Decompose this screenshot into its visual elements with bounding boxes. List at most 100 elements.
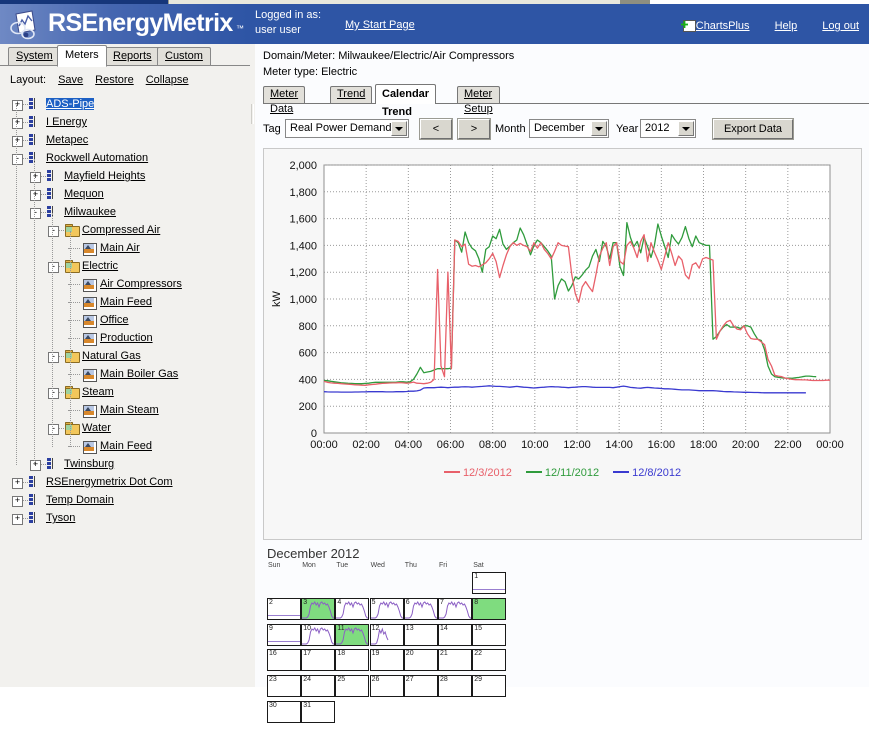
tab-custom[interactable]: Custom bbox=[157, 47, 211, 65]
chevron-down-icon bbox=[678, 121, 694, 136]
meter-icon bbox=[83, 242, 97, 256]
sub-tab-underline bbox=[263, 103, 869, 104]
calendar-day-cell[interactable]: 14 bbox=[438, 623, 472, 646]
tree-item-water[interactable]: - Water bbox=[0, 420, 250, 438]
expand-node-icon[interactable]: + bbox=[30, 190, 41, 201]
tab-reports[interactable]: Reports bbox=[105, 47, 160, 65]
calendar-day-cell[interactable]: 13 bbox=[403, 623, 438, 646]
calendar-day-cell[interactable]: 18 bbox=[335, 649, 370, 672]
month-select-value: December bbox=[534, 122, 585, 134]
tab-trend[interactable]: Trend bbox=[330, 86, 373, 103]
calendar-day-cell[interactable]: 10 bbox=[301, 623, 336, 646]
collapse-node-icon[interactable]: - bbox=[48, 226, 59, 237]
month-select[interactable]: December bbox=[529, 119, 609, 138]
tab-meters[interactable]: Meters bbox=[57, 45, 107, 67]
next-month-button[interactable]: > bbox=[457, 118, 491, 140]
calendar-day-cell[interactable]: 17 bbox=[301, 649, 336, 672]
calendar-mini-load-profile bbox=[302, 598, 335, 619]
tree-item-main-boiler-gas[interactable]: Main Boiler Gas bbox=[0, 366, 250, 384]
calendar-day-cell[interactable]: 19 bbox=[369, 649, 404, 672]
tree-item-electric[interactable]: - Electric bbox=[0, 258, 250, 276]
prev-month-button[interactable]: < bbox=[419, 118, 453, 140]
tree-item-office[interactable]: Office bbox=[0, 312, 250, 330]
calendar-day-cell[interactable]: 7 bbox=[438, 597, 472, 620]
tab-calendar-trend[interactable]: Calendar Trend bbox=[375, 84, 437, 118]
chartsplus-link[interactable]: ChartsPlus bbox=[680, 20, 750, 32]
tree-item-twinsburg[interactable]: + Twinsburg bbox=[0, 456, 250, 474]
export-data-button[interactable]: Export Data bbox=[712, 118, 794, 140]
collapse-node-icon[interactable]: - bbox=[12, 154, 23, 165]
calendar-day-cell[interactable]: 15 bbox=[472, 623, 507, 646]
expand-node-icon[interactable]: + bbox=[30, 172, 41, 183]
calendar-day-cell[interactable]: 11 bbox=[335, 623, 370, 646]
calendar-day-cell[interactable]: 25 bbox=[335, 675, 370, 698]
help-link[interactable]: Help bbox=[775, 20, 798, 32]
expand-node-icon[interactable]: + bbox=[12, 136, 23, 147]
calendar-day-cell[interactable]: 16 bbox=[267, 649, 301, 672]
expand-node-icon[interactable]: + bbox=[12, 514, 23, 525]
tree-item-steam[interactable]: - Steam bbox=[0, 384, 250, 402]
tree-item-main-air[interactable]: Main Air bbox=[0, 240, 250, 258]
expand-node-icon[interactable]: + bbox=[12, 496, 23, 507]
collapse-node-icon[interactable]: - bbox=[48, 388, 59, 399]
calendar-day-cell[interactable]: 6 bbox=[403, 597, 438, 620]
expand-node-icon[interactable]: + bbox=[12, 478, 23, 489]
calendar-day-cell[interactable]: 3 bbox=[301, 597, 336, 620]
tree-item-mayfield-heights[interactable]: + Mayfield Heights bbox=[0, 168, 250, 186]
calendar-day-cell[interactable]: 9 bbox=[267, 623, 301, 646]
calendar-day-cell[interactable]: 27 bbox=[403, 675, 438, 698]
tree-item-air-compressors[interactable]: Air Compressors bbox=[0, 276, 250, 294]
tree-item-rockwell-automation[interactable]: - Rockwell Automation bbox=[0, 150, 250, 168]
calendar-day-cell[interactable]: 28 bbox=[438, 675, 472, 698]
tag-select[interactable]: Real Power Demand bbox=[285, 119, 409, 138]
calendar-day-cell[interactable]: 30 bbox=[267, 701, 301, 723]
tab-system[interactable]: System bbox=[8, 47, 61, 65]
expand-node-icon[interactable]: + bbox=[12, 100, 23, 111]
layout-save-link[interactable]: Save bbox=[58, 74, 83, 86]
tree-item-main-feed[interactable]: Main Feed bbox=[0, 294, 250, 312]
tree-item-natural-gas[interactable]: - Natural Gas bbox=[0, 348, 250, 366]
my-start-page-link[interactable]: My Start Page bbox=[345, 19, 415, 31]
layout-collapse-link[interactable]: Collapse bbox=[146, 74, 189, 86]
logout-link[interactable]: Log out bbox=[822, 20, 859, 32]
tree-item-main-feed[interactable]: Main Feed bbox=[0, 438, 250, 456]
calendar-day-cell[interactable]: 29 bbox=[472, 675, 507, 698]
collapse-node-icon[interactable]: - bbox=[48, 262, 59, 273]
calendar-day-cell[interactable]: 2 bbox=[267, 597, 301, 620]
calendar-mini-load-profile bbox=[336, 598, 369, 619]
calendar-day-cell[interactable]: 24 bbox=[301, 675, 336, 698]
tab-meter-data[interactable]: Meter Data bbox=[263, 86, 306, 115]
tree-item-label: Milwaukee bbox=[64, 206, 116, 218]
tree-item-tyson[interactable]: + Tyson bbox=[0, 510, 250, 528]
layout-restore-link[interactable]: Restore bbox=[95, 74, 134, 86]
tree-item-main-steam[interactable]: Main Steam bbox=[0, 402, 250, 420]
calendar-day-cell[interactable]: 31 bbox=[301, 701, 336, 723]
calendar-day-cell[interactable]: 22 bbox=[472, 649, 507, 672]
calendar-day-cell[interactable]: 26 bbox=[369, 675, 404, 698]
collapse-node-icon[interactable]: - bbox=[48, 424, 59, 435]
calendar-day-cell[interactable]: 21 bbox=[438, 649, 472, 672]
expand-node-icon[interactable]: + bbox=[30, 460, 41, 471]
tree-item-ads-pipe[interactable]: + ADS-Pipe bbox=[0, 96, 250, 114]
calendar-day-cell[interactable]: 8 bbox=[472, 597, 507, 620]
expand-node-icon[interactable]: + bbox=[12, 118, 23, 129]
tree-item-i-energy[interactable]: + I Energy bbox=[0, 114, 250, 132]
tree-item-rsenergymetrix-dot-com[interactable]: + RSEnergymetrix Dot Com bbox=[0, 474, 250, 492]
tree-item-production[interactable]: Production bbox=[0, 330, 250, 348]
tree-connector bbox=[41, 194, 46, 195]
tree-item-metapec[interactable]: + Metapec bbox=[0, 132, 250, 150]
collapse-node-icon[interactable]: - bbox=[30, 208, 41, 219]
calendar-day-cell[interactable]: 1 bbox=[472, 572, 507, 594]
tree-item-compressed-air[interactable]: - Compressed Air bbox=[0, 222, 250, 240]
tree-item-temp-domain[interactable]: + Temp Domain bbox=[0, 492, 250, 510]
tree-item-milwaukee[interactable]: - Milwaukee bbox=[0, 204, 250, 222]
calendar-day-cell[interactable]: 20 bbox=[403, 649, 438, 672]
calendar-day-cell[interactable]: 5 bbox=[369, 597, 404, 620]
year-select[interactable]: 2012 bbox=[640, 119, 696, 138]
calendar-day-cell[interactable]: 4 bbox=[335, 597, 370, 620]
collapse-node-icon[interactable]: - bbox=[48, 352, 59, 363]
tree-item-mequon[interactable]: + Mequon bbox=[0, 186, 250, 204]
tab-meter-setup[interactable]: Meter Setup bbox=[457, 86, 500, 115]
calendar-day-cell[interactable]: 23 bbox=[267, 675, 301, 698]
calendar-day-cell[interactable]: 12 bbox=[369, 623, 404, 646]
